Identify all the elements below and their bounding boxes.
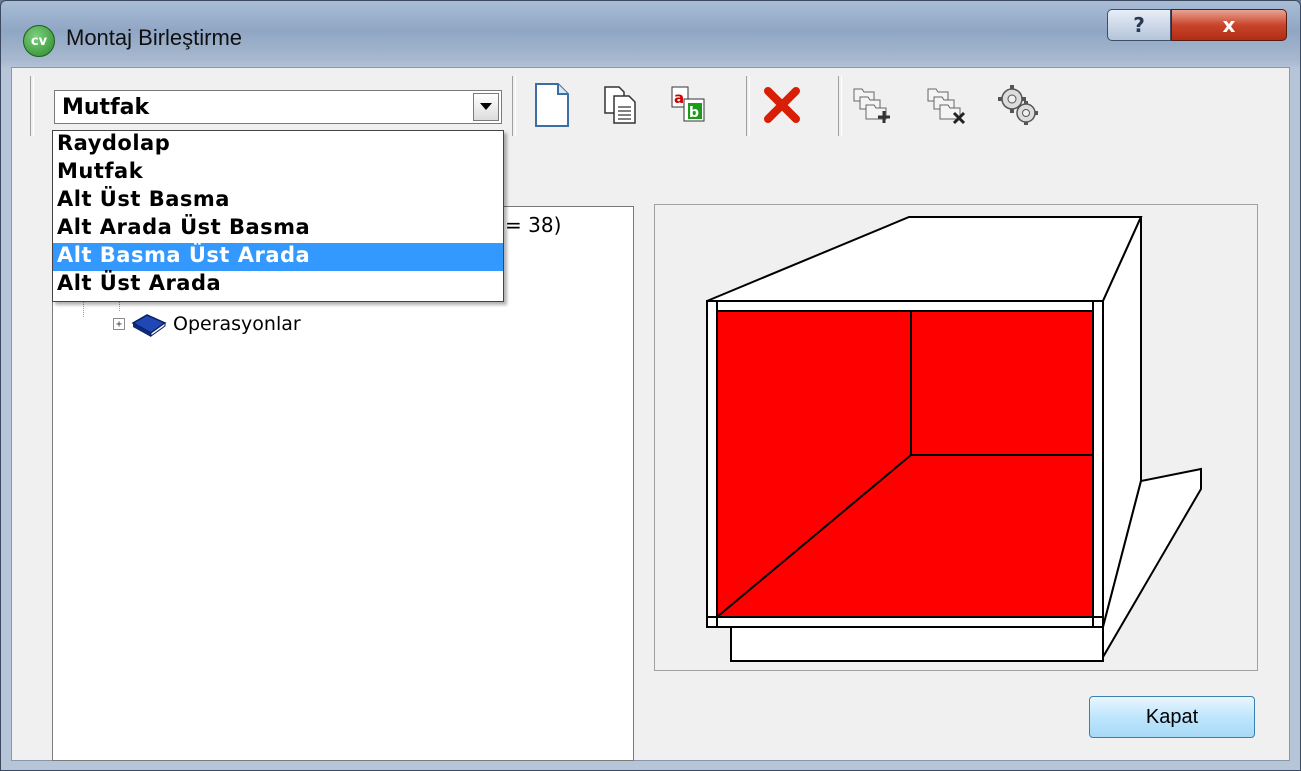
combo-selected-value: Mutfak: [62, 95, 150, 120]
dropdown-option[interactable]: Alt Arada Üst Basma: [53, 215, 503, 243]
window-title: Montaj Birleştirme: [66, 25, 243, 50]
tree-node-operations[interactable]: + Operasyonlar: [113, 311, 301, 337]
dropdown-option[interactable]: Alt Üst Arada: [53, 271, 503, 299]
dropdown-option-selected[interactable]: Alt Basma Üst Arada: [53, 243, 503, 271]
svg-text:b: b: [689, 105, 699, 121]
dropdown-option[interactable]: Raydolap: [53, 131, 503, 159]
rename-icon[interactable]: ab: [662, 80, 714, 130]
cabinet-drawing: [706, 216, 1202, 662]
dropdown-option[interactable]: Alt Üst Basma: [53, 187, 503, 215]
dialog-window: cv Montaj Birleştirme ? x Mutfak ab = 38…: [0, 0, 1301, 771]
book-icon: [131, 314, 167, 337]
toolbar-separator: [512, 76, 516, 136]
toolbar-separator: [30, 76, 34, 136]
close-kapat-button[interactable]: Kapat: [1089, 696, 1255, 738]
tree-expander-plus[interactable]: +: [113, 318, 125, 330]
dialog-client-area: Mutfak ab = 38) + Operasyonlar Raydolap …: [11, 67, 1290, 761]
toolbar-separator: [838, 76, 842, 136]
title-bar[interactable]: cv Montaj Birleştirme ? x: [1, 1, 1300, 67]
combo-dropdown-button[interactable]: [473, 93, 499, 121]
settings-gears-icon[interactable]: [992, 80, 1044, 130]
copy-document-icon[interactable]: [594, 80, 646, 130]
assembly-type-combobox[interactable]: Mutfak: [54, 90, 502, 124]
add-folder-icon[interactable]: [848, 80, 900, 130]
remove-folder-icon[interactable]: [922, 80, 974, 130]
tree-node-partial-text: = 38): [505, 213, 562, 237]
help-button[interactable]: ?: [1107, 9, 1171, 41]
cabinet-3d-preview: [654, 204, 1258, 671]
app-logo-icon: cv: [23, 25, 55, 57]
new-document-icon[interactable]: [526, 80, 578, 130]
assembly-type-dropdown-list[interactable]: Raydolap Mutfak Alt Üst Basma Alt Arada …: [52, 130, 504, 302]
dropdown-option[interactable]: Mutfak: [53, 159, 503, 187]
toolbar-separator: [746, 76, 750, 136]
window-close-button[interactable]: x: [1171, 9, 1287, 41]
tree-node-label: Operasyonlar: [173, 313, 301, 335]
svg-text:a: a: [674, 89, 684, 107]
chevron-down-icon: [480, 103, 492, 110]
delete-icon[interactable]: [756, 80, 808, 130]
